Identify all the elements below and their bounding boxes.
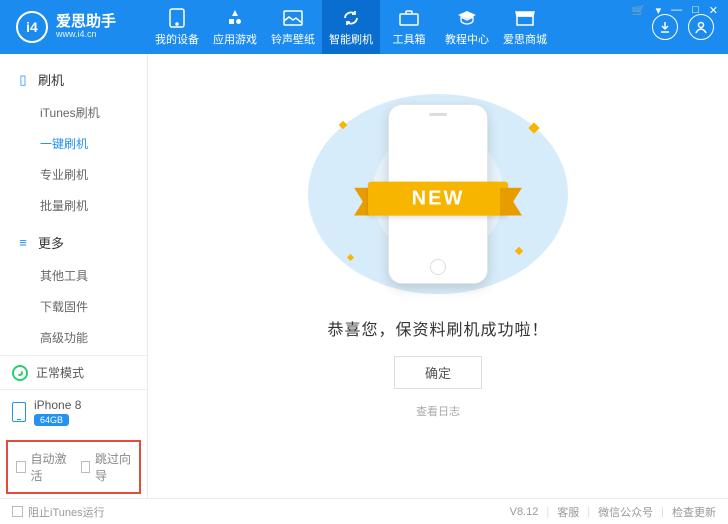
image-icon <box>283 8 303 28</box>
nav-my-device[interactable]: 我的设备 <box>148 0 206 54</box>
block-itunes-checkbox[interactable]: 阻止iTunes运行 <box>12 504 105 520</box>
nav-apps[interactable]: 应用游戏 <box>206 0 264 54</box>
nav-tutorials[interactable]: 教程中心 <box>438 0 496 54</box>
phone-small-icon <box>12 402 26 422</box>
nav-label: 教程中心 <box>445 31 489 47</box>
graduation-icon <box>457 8 477 28</box>
minimize-button[interactable]: — <box>671 4 682 17</box>
status-bar: 阻止iTunes运行 V8.12 | 客服 | 微信公众号 | 检查更新 <box>0 498 728 524</box>
auto-activate-checkbox[interactable]: 自动激活 <box>16 450 67 484</box>
nav-label: 铃声壁纸 <box>271 31 315 47</box>
sidebar-item-oneclick-flash[interactable]: 一键刷机 <box>0 128 147 159</box>
nav-flash[interactable]: 智能刷机 <box>322 0 380 54</box>
device-row[interactable]: iPhone 8 64GB <box>0 389 147 434</box>
device-name: iPhone 8 <box>34 398 81 412</box>
skip-guide-checkbox[interactable]: 跳过向导 <box>81 450 132 484</box>
user-button[interactable] <box>688 14 714 40</box>
download-button[interactable] <box>652 14 678 40</box>
nav-label: 智能刷机 <box>329 31 373 47</box>
sidebar-item-other-tools[interactable]: 其他工具 <box>0 260 147 291</box>
sidebar-item-batch-flash[interactable]: 批量刷机 <box>0 190 147 221</box>
success-illustration: NEW <box>308 94 568 294</box>
mode-label: 正常模式 <box>36 364 84 381</box>
app-logo: i4 爱思助手 www.i4.cn <box>0 11 148 43</box>
nav-label: 应用游戏 <box>213 31 257 47</box>
storage-badge: 64GB <box>34 414 69 426</box>
nav-label: 工具箱 <box>393 31 426 47</box>
nav-store[interactable]: 爱思商城 <box>496 0 554 54</box>
menu-lines-icon: ≡ <box>16 235 30 250</box>
logo-badge-icon: i4 <box>16 11 48 43</box>
sidebar: ▯ 刷机 iTunes刷机 一键刷机 专业刷机 批量刷机 ≡ 更多 其他工具 下… <box>0 54 148 498</box>
main-panel: NEW 恭喜您，保资料刷机成功啦！ 确定 查看日志 <box>148 54 728 498</box>
refresh-icon <box>341 8 361 28</box>
toolbox-icon <box>399 8 419 28</box>
success-message: 恭喜您，保资料刷机成功啦！ <box>327 316 548 340</box>
new-ribbon-icon: NEW <box>358 176 518 222</box>
version-label: V8.12 <box>510 506 539 518</box>
sidebar-item-pro-flash[interactable]: 专业刷机 <box>0 159 147 190</box>
nav-label: 我的设备 <box>155 31 199 47</box>
sidebar-item-download-firmware[interactable]: 下载固件 <box>0 291 147 322</box>
store-icon <box>515 8 535 28</box>
section-label: 刷机 <box>38 70 64 89</box>
view-log-link[interactable]: 查看日志 <box>416 403 460 419</box>
wechat-link[interactable]: 微信公众号 <box>598 504 653 520</box>
status-icon <box>12 365 28 381</box>
cart-icon[interactable]: 🛒 <box>632 4 646 17</box>
apps-icon <box>225 8 245 28</box>
sidebar-item-itunes-flash[interactable]: iTunes刷机 <box>0 97 147 128</box>
support-link[interactable]: 客服 <box>557 504 579 520</box>
nav-label: 爱思商城 <box>503 31 547 47</box>
close-button[interactable]: ✕ <box>709 4 718 17</box>
check-update-link[interactable]: 检查更新 <box>672 504 716 520</box>
logo-url: www.i4.cn <box>56 30 116 40</box>
sidebar-item-advanced[interactable]: 高级功能 <box>0 322 147 353</box>
cb-label: 自动激活 <box>31 450 67 484</box>
ok-button[interactable]: 确定 <box>394 356 482 389</box>
device-icon <box>167 8 187 28</box>
nav-ringtones[interactable]: 铃声壁纸 <box>264 0 322 54</box>
nav-toolbox[interactable]: 工具箱 <box>380 0 438 54</box>
sidebar-section-flash[interactable]: ▯ 刷机 <box>0 64 147 93</box>
checkbox-highlight-box: 自动激活 跳过向导 <box>6 440 141 494</box>
maximize-button[interactable]: □ <box>692 4 699 17</box>
logo-title: 爱思助手 <box>56 14 116 31</box>
phone-icon: ▯ <box>16 72 30 88</box>
sidebar-section-more[interactable]: ≡ 更多 <box>0 227 147 256</box>
cb-label: 跳过向导 <box>95 450 131 484</box>
mode-row[interactable]: 正常模式 <box>0 355 147 389</box>
menu-icon[interactable]: ▾ <box>656 4 662 17</box>
section-label: 更多 <box>38 233 64 252</box>
top-nav: 我的设备 应用游戏 铃声壁纸 智能刷机 工具箱 教程中心 爱思商城 <box>148 0 554 54</box>
cb-label: 阻止iTunes运行 <box>28 504 105 520</box>
